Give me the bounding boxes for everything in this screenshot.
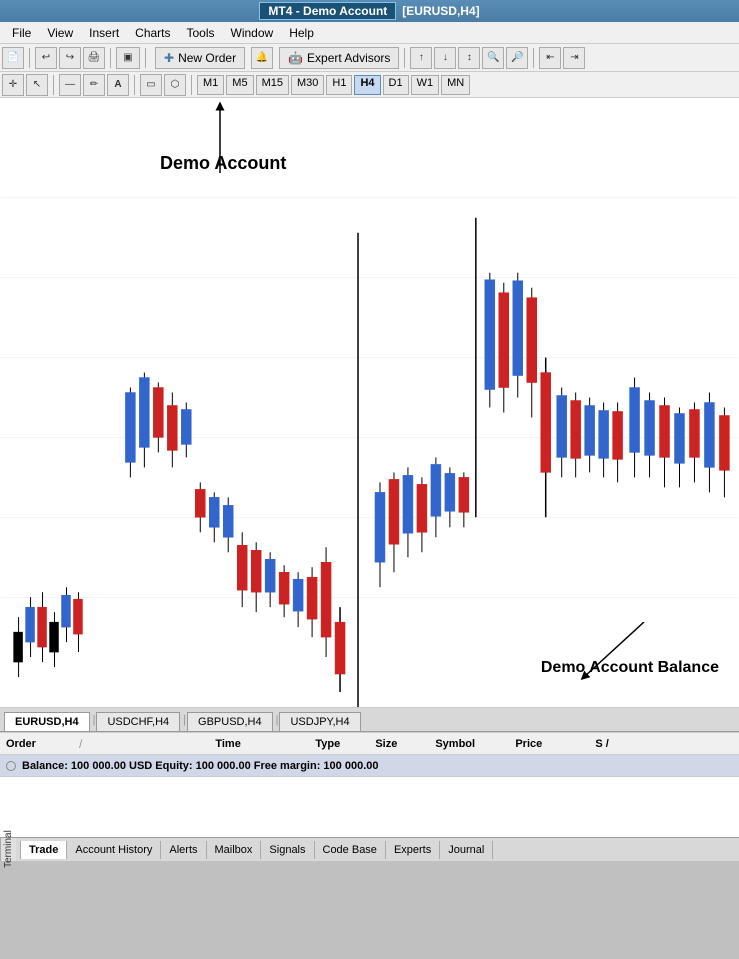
- tab-code-base[interactable]: Code Base: [315, 841, 386, 859]
- menu-charts[interactable]: Charts: [127, 24, 178, 42]
- chart-area[interactable]: Demo Account: [0, 98, 739, 708]
- magnify-button[interactable]: 🔍: [482, 47, 504, 69]
- sep6: [53, 75, 54, 95]
- new-chart-button[interactable]: 📄: [2, 47, 24, 69]
- undo-button[interactable]: ↩: [35, 47, 57, 69]
- chart-tab-gbpusd[interactable]: GBPUSD,H4: [187, 712, 273, 731]
- period-sep2-button[interactable]: ⇥: [563, 47, 585, 69]
- menu-help[interactable]: Help: [281, 24, 322, 42]
- line-button[interactable]: —: [59, 74, 81, 96]
- chart-arrows-button[interactable]: ↕: [458, 47, 480, 69]
- text-button[interactable]: A: [107, 74, 129, 96]
- pen-button[interactable]: ✏: [83, 74, 105, 96]
- sep4: [404, 48, 405, 68]
- period-sep-button[interactable]: ⇤: [539, 47, 561, 69]
- cursor-button[interactable]: ✛: [2, 74, 24, 96]
- chart-svg: [0, 98, 739, 707]
- col-header-size[interactable]: Size: [375, 738, 435, 750]
- col-header-type[interactable]: Type: [315, 738, 375, 750]
- balance-row: Balance: 100 000.00 USD Equity: 100 000.…: [0, 755, 739, 777]
- tf-w1[interactable]: W1: [411, 75, 440, 95]
- tf-m15[interactable]: M15: [256, 75, 289, 95]
- tab-account-history[interactable]: Account History: [67, 841, 161, 859]
- chart-tab-eurusd[interactable]: EURUSD,H4: [4, 712, 90, 731]
- col-header-time[interactable]: Time: [215, 738, 315, 750]
- tf-h1[interactable]: H1: [326, 75, 352, 95]
- chart-tab-sep2: |: [183, 714, 186, 726]
- redo-button[interactable]: ↪: [59, 47, 81, 69]
- tab-trade[interactable]: Trade: [20, 841, 67, 859]
- tab-mailbox[interactable]: Mailbox: [207, 841, 262, 859]
- chart-tab-sep3: |: [276, 714, 279, 726]
- menu-file[interactable]: File: [4, 24, 39, 42]
- new-order-icon: ✚: [164, 51, 174, 65]
- tab-experts[interactable]: Experts: [386, 841, 440, 859]
- sep1: [29, 48, 30, 68]
- sep8: [191, 75, 192, 95]
- tab-signals[interactable]: Signals: [261, 841, 314, 859]
- terminal-columns: Order / Time Type Size Symbol Price S /: [0, 733, 739, 755]
- expert-label: Expert Advisors: [307, 51, 390, 65]
- chart-tab-usdchf[interactable]: USDCHF,H4: [96, 712, 180, 731]
- chart-tab-sep1: |: [93, 714, 96, 726]
- tf-m30[interactable]: M30: [291, 75, 324, 95]
- tf-m5[interactable]: M5: [226, 75, 253, 95]
- tab-alerts[interactable]: Alerts: [161, 841, 206, 859]
- new-order-button[interactable]: ✚ New Order: [155, 47, 245, 69]
- toolbar2: ✛ ↖ — ✏ A ▭ ⬡ M1 M5 M15 M30 H1 H4 D1 W1 …: [0, 72, 739, 98]
- print-button[interactable]: 🖨: [83, 47, 105, 69]
- sep7: [134, 75, 135, 95]
- balance-text: Balance: 100 000.00 USD Equity: 100 000.…: [22, 760, 378, 772]
- title-bar-text: MT4 - Demo Account: [259, 2, 396, 20]
- toolbar1: 📄 ↩ ↪ 🖨 ▣ ✚ New Order 🔔 🤖 Expert Advisor…: [0, 44, 739, 72]
- menu-insert[interactable]: Insert: [81, 24, 127, 42]
- title-bar-symbol: [EURUSD,H4]: [402, 4, 479, 18]
- empty-order-list: [0, 777, 739, 837]
- title-bar: MT4 - Demo Account [EURUSD,H4]: [0, 0, 739, 22]
- chart-down-button[interactable]: ↓: [434, 47, 456, 69]
- expert-icon: 🤖: [288, 51, 303, 65]
- tab-journal[interactable]: Journal: [440, 841, 493, 859]
- tf-m1[interactable]: M1: [197, 75, 224, 95]
- terminal-tabs: Terminal Trade Account History Alerts Ma…: [0, 837, 739, 861]
- tf-d1[interactable]: D1: [383, 75, 409, 95]
- sep5: [533, 48, 534, 68]
- terminal-sidebar-label[interactable]: Terminal: [0, 838, 16, 861]
- col-sep-order: /: [79, 737, 82, 751]
- chart-tab-usdjpy[interactable]: USDJPY,H4: [279, 712, 360, 731]
- menu-view[interactable]: View: [39, 24, 81, 42]
- tf-h4[interactable]: H4: [354, 75, 380, 95]
- tf-mn[interactable]: MN: [441, 75, 470, 95]
- sep3: [145, 48, 146, 68]
- shape-button[interactable]: ▭: [140, 74, 162, 96]
- arrow-button[interactable]: ↖: [26, 74, 48, 96]
- balance-indicator: [6, 761, 16, 771]
- sep2: [110, 48, 111, 68]
- terminal-section: Order / Time Type Size Symbol Price S / …: [0, 732, 739, 861]
- col-header-symbol[interactable]: Symbol: [435, 738, 515, 750]
- menu-tools[interactable]: Tools: [179, 24, 223, 42]
- chart-up-button[interactable]: ↑: [410, 47, 432, 69]
- expert-advisors-button[interactable]: 🤖 Expert Advisors: [279, 47, 399, 69]
- alert-button[interactable]: 🔔: [251, 47, 273, 69]
- col-header-price[interactable]: Price: [515, 738, 595, 750]
- col-header-sl[interactable]: S /: [595, 738, 635, 750]
- menu-bar: File View Insert Charts Tools Window Hel…: [0, 22, 739, 44]
- col-header-order[interactable]: Order: [6, 738, 76, 750]
- chart-tabs: EURUSD,H4 | USDCHF,H4 | GBPUSD,H4 | USDJ…: [0, 708, 739, 732]
- zoom-in-button[interactable]: ▣: [116, 47, 140, 69]
- new-order-label: New Order: [178, 51, 236, 65]
- shape2-button[interactable]: ⬡: [164, 74, 186, 96]
- menu-window[interactable]: Window: [223, 24, 282, 42]
- magnify2-button[interactable]: 🔎: [506, 47, 528, 69]
